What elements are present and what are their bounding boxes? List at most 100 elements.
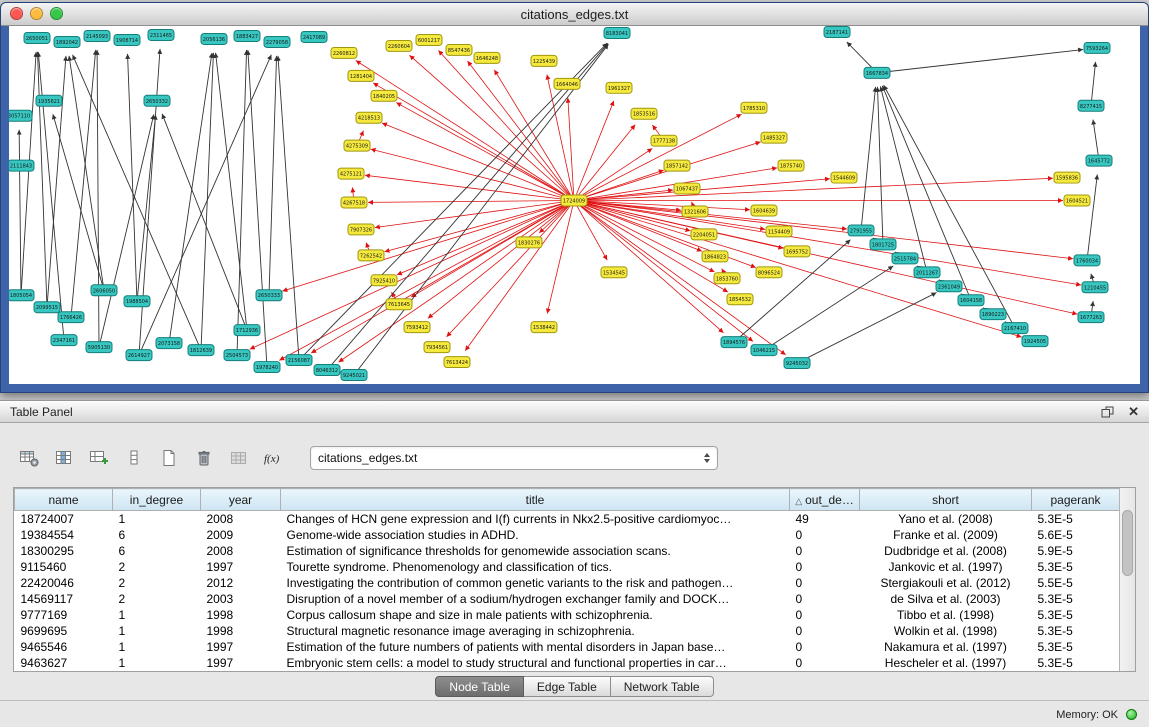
graph-node[interactable]: 4275121 xyxy=(338,168,364,179)
graph-node[interactable]: 1812639 xyxy=(188,345,214,356)
graph-node[interactable]: 2311465 xyxy=(148,29,174,40)
graph-node[interactable]: 9245021 xyxy=(341,370,367,381)
graph-node[interactable]: 1890223 xyxy=(980,309,1006,320)
graph-node[interactable]: 2504573 xyxy=(224,350,250,361)
graph-node[interactable]: 1924505 xyxy=(1022,336,1048,347)
table-row[interactable]: 946362711997Embryonic stem cells: a mode… xyxy=(15,655,1120,671)
column-header-title[interactable]: title xyxy=(281,489,790,511)
graph-node[interactable]: 1724009 xyxy=(561,195,587,206)
graph-node[interactable]: 2417089 xyxy=(301,31,327,42)
zoom-button[interactable] xyxy=(50,7,63,20)
graph-node[interactable]: 2614927 xyxy=(126,350,152,361)
table-row[interactable]: 911546021997Tourette syndrome. Phenomeno… xyxy=(15,559,1120,575)
table-row[interactable]: 977716911998Corpus callosum shape and si… xyxy=(15,607,1120,623)
graph-node[interactable]: 2279058 xyxy=(264,36,290,47)
table-mode-icon[interactable] xyxy=(16,445,42,471)
graph-node[interactable]: 1154409 xyxy=(766,226,792,237)
graph-node[interactable]: 2187141 xyxy=(824,26,850,37)
graph-node[interactable]: 1604158 xyxy=(958,295,984,306)
graph-node[interactable]: 4275309 xyxy=(344,140,370,151)
graph-node[interactable]: 2204051 xyxy=(691,229,717,240)
column-header-name[interactable]: name xyxy=(15,489,113,511)
window-titlebar[interactable]: citations_edges.txt xyxy=(1,3,1148,26)
graph-node[interactable]: 1664046 xyxy=(554,78,580,89)
graph-node[interactable]: 2361049 xyxy=(936,281,962,292)
graph-node[interactable]: 7613424 xyxy=(444,357,470,368)
graph-node[interactable]: 1801725 xyxy=(870,239,896,250)
graph-node[interactable]: 1978240 xyxy=(254,362,280,373)
table-row[interactable]: 1830029562008Estimation of significance … xyxy=(15,543,1120,559)
new-file-icon[interactable] xyxy=(156,445,182,471)
tab-network-table[interactable]: Network Table xyxy=(611,676,714,697)
graph-node[interactable]: 7613645 xyxy=(386,299,412,310)
graph-node[interactable]: 8183041 xyxy=(604,27,630,38)
delete-icon[interactable] xyxy=(191,445,217,471)
graph-node[interactable]: 9245032 xyxy=(784,358,810,369)
graph-node[interactable]: 4218513 xyxy=(356,112,382,123)
function-builder-icon[interactable]: f(x) xyxy=(261,445,287,471)
graph-node[interactable]: 7907326 xyxy=(348,224,374,235)
graph-node[interactable]: 7593264 xyxy=(1084,42,1110,53)
graph-node[interactable]: 2260604 xyxy=(386,40,412,51)
graph-node[interactable]: 8277415 xyxy=(1078,100,1104,111)
graph-node[interactable]: 1766426 xyxy=(58,312,84,323)
float-panel-icon[interactable] xyxy=(1101,406,1114,418)
graph-node[interactable]: 1961327 xyxy=(606,82,632,93)
graph-node[interactable]: 1225439 xyxy=(531,55,557,66)
graph-node[interactable]: 1321606 xyxy=(682,206,708,217)
graph-node[interactable]: 1805054 xyxy=(9,290,34,301)
tab-node-table[interactable]: Node Table xyxy=(435,676,524,697)
graph-node[interactable]: 1908714 xyxy=(114,34,140,45)
graph-node[interactable]: 1210455 xyxy=(1082,282,1108,293)
graph-node[interactable]: 8046312 xyxy=(314,365,340,376)
table-source-select[interactable]: citations_edges.txt xyxy=(310,446,718,470)
graph-node[interactable]: 7925410 xyxy=(371,275,397,286)
column-header-pagerank[interactable]: pagerank xyxy=(1032,489,1120,511)
graph-node[interactable]: 2650051 xyxy=(24,32,50,43)
graph-node[interactable]: 1046215 xyxy=(751,345,777,356)
table-row[interactable]: 1938455462009Genome-wide association stu… xyxy=(15,527,1120,543)
graph-node[interactable]: 1544609 xyxy=(831,172,857,183)
graph-node[interactable]: 1777138 xyxy=(651,135,677,146)
graph-node[interactable]: 1785310 xyxy=(741,102,767,113)
column-header-out_degree[interactable]: △out_de… xyxy=(790,489,860,511)
graph-node[interactable]: 1830276 xyxy=(516,237,542,248)
graph-node[interactable]: 4267518 xyxy=(341,197,367,208)
graph-node[interactable]: 3057110 xyxy=(9,110,32,121)
create-column-icon[interactable] xyxy=(86,445,112,471)
graph-node[interactable]: 1760034 xyxy=(1074,255,1100,266)
graph-node[interactable]: 2791955 xyxy=(848,225,874,236)
tab-edge-table[interactable]: Edge Table xyxy=(524,676,611,697)
graph-node[interactable]: 1883427 xyxy=(234,30,260,41)
graph-node[interactable]: 1604521 xyxy=(1064,195,1090,206)
column-header-in_degree[interactable]: in_degree xyxy=(113,489,201,511)
graph-node[interactable]: 1712936 xyxy=(234,325,260,336)
graph-node[interactable]: 2606050 xyxy=(91,285,117,296)
graph-node[interactable]: 1892042 xyxy=(54,36,80,47)
graph-node[interactable]: 7262542 xyxy=(358,250,384,261)
graph-node[interactable]: 1645772 xyxy=(1086,155,1112,166)
graph-node[interactable]: 1854532 xyxy=(727,294,753,305)
graph-node[interactable]: 2650332 xyxy=(144,95,170,106)
graph-node[interactable]: 2011267 xyxy=(914,267,940,278)
column-header-year[interactable]: year xyxy=(201,489,281,511)
graph-node[interactable]: 1667834 xyxy=(864,67,890,78)
graph-node[interactable]: 1281404 xyxy=(348,70,374,81)
graph-node[interactable]: 2073158 xyxy=(156,338,182,349)
graph-node[interactable]: 7593412 xyxy=(404,322,430,333)
graph-node[interactable]: 2260812 xyxy=(331,47,357,58)
graph-node[interactable]: 1595836 xyxy=(1054,172,1080,183)
graph-node[interactable]: 2145093 xyxy=(84,30,110,41)
graph-node[interactable]: 1857142 xyxy=(664,160,690,171)
graph-node[interactable]: 2099515 xyxy=(34,302,60,313)
graph-node[interactable]: 2156087 xyxy=(286,355,312,366)
graph-node[interactable]: 1538442 xyxy=(531,322,557,333)
graph-node[interactable]: 1067437 xyxy=(674,183,700,194)
graph-node[interactable]: 8547436 xyxy=(446,44,472,55)
graph-node[interactable]: 2111843 xyxy=(9,160,34,171)
network-view[interactable]: 2650051189204221450931908714231146520561… xyxy=(9,26,1140,384)
graph-node[interactable]: 1935621 xyxy=(36,95,62,106)
graph-node[interactable]: 1894576 xyxy=(721,337,747,348)
scrollbar-thumb[interactable] xyxy=(1122,510,1133,576)
graph-node[interactable]: 1485327 xyxy=(761,132,787,143)
